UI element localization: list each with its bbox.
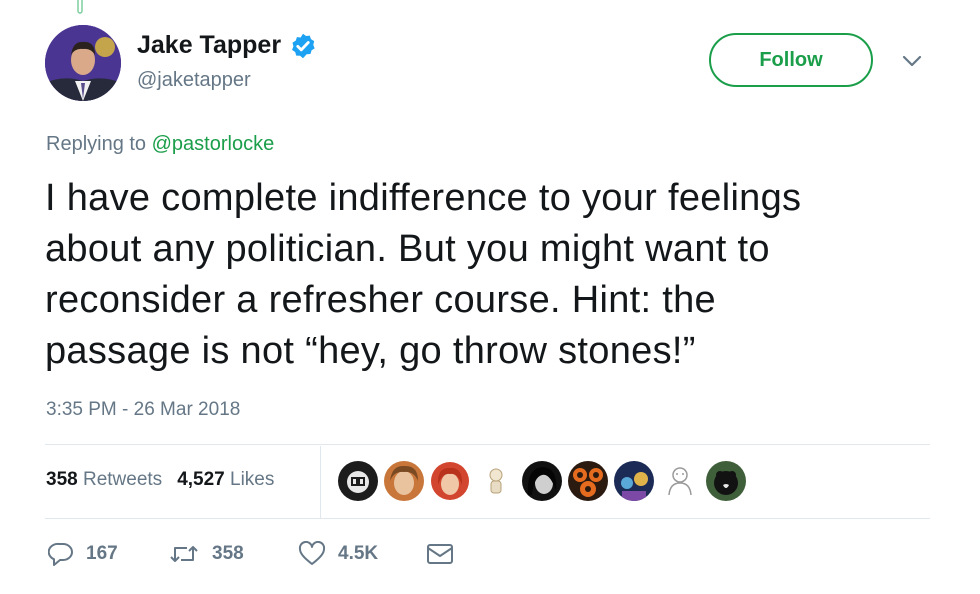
chevron-down-icon[interactable] bbox=[902, 54, 922, 68]
liker-avatar-6[interactable] bbox=[568, 461, 608, 501]
author-display-name[interactable]: Jake Tapper bbox=[137, 31, 281, 60]
retweets-stat[interactable]: 358 Retweets bbox=[46, 469, 162, 491]
envelope-icon bbox=[427, 544, 453, 564]
liker-avatar-5[interactable] bbox=[522, 461, 562, 501]
like-count: 4.5K bbox=[338, 543, 379, 564]
likes-label: Likes bbox=[230, 469, 275, 490]
reply-context-prefix: Replying to bbox=[46, 133, 152, 155]
author-avatar[interactable] bbox=[45, 25, 121, 101]
retweet-action[interactable]: 358 bbox=[168, 542, 298, 566]
engagement-stats: 358 Retweets 4,527 Likes bbox=[46, 469, 274, 491]
reply-count: 167 bbox=[86, 543, 118, 564]
liker-avatar-4[interactable] bbox=[476, 461, 516, 501]
reply-context: Replying to @pastorlocke bbox=[46, 133, 274, 156]
likes-stat[interactable]: 4,527 Likes bbox=[177, 469, 274, 491]
retweet-icon bbox=[170, 546, 198, 562]
tweet-text: I have complete indifference to your fee… bbox=[45, 177, 802, 372]
direct-message-action[interactable] bbox=[426, 543, 454, 565]
tweet-actions: 167 358 4.5K bbox=[48, 541, 454, 567]
likes-count: 4,527 bbox=[177, 469, 225, 490]
clip-mark bbox=[77, 0, 83, 14]
liker-avatar-9[interactable] bbox=[706, 461, 746, 501]
retweets-label: Retweets bbox=[82, 469, 163, 490]
heart-icon bbox=[298, 541, 326, 565]
verified-badge-icon bbox=[292, 33, 315, 58]
divider-top bbox=[45, 444, 930, 445]
liker-avatar-7[interactable] bbox=[614, 461, 654, 501]
liker-avatar-8[interactable] bbox=[660, 461, 700, 501]
retweets-count: 358 bbox=[46, 469, 78, 490]
liker-avatar-3[interactable] bbox=[430, 461, 470, 501]
follow-button[interactable]: Follow bbox=[709, 33, 873, 87]
author-handle[interactable]: @jaketapper bbox=[137, 69, 251, 92]
retweet-count: 358 bbox=[212, 543, 244, 564]
liker-avatar-2[interactable] bbox=[384, 461, 424, 501]
reply-icon bbox=[48, 542, 73, 566]
reply-mention-link[interactable]: @pastorlocke bbox=[152, 133, 275, 155]
like-action[interactable]: 4.5K bbox=[298, 541, 426, 567]
tweet-timestamp[interactable]: 3:35 PM - 26 Mar 2018 bbox=[46, 399, 240, 421]
liker-avatars bbox=[338, 461, 746, 501]
divider-bottom bbox=[45, 518, 930, 519]
liker-avatar-1[interactable] bbox=[338, 461, 378, 501]
stats-divider bbox=[320, 446, 321, 518]
reply-action[interactable]: 167 bbox=[48, 541, 168, 567]
